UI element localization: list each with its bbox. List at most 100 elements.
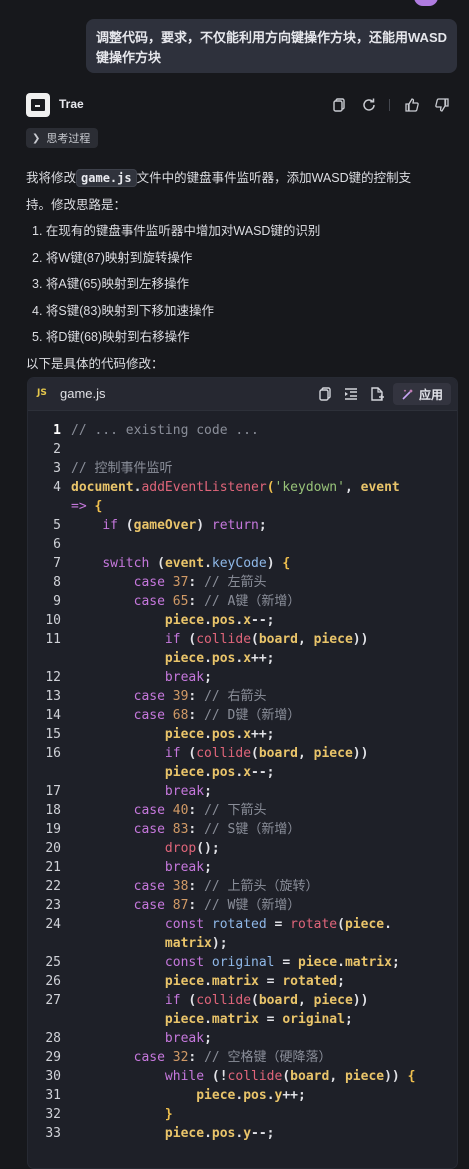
code-text: case 38: // 上箭头（旋转） bbox=[61, 877, 319, 896]
inline-code: game.js bbox=[76, 169, 137, 187]
code-token: )) bbox=[384, 1069, 408, 1084]
apply-button[interactable]: 应用 bbox=[392, 383, 451, 405]
code-token: rotated bbox=[211, 917, 267, 932]
line-number: 3 bbox=[53, 461, 61, 476]
code-token: break bbox=[164, 784, 205, 799]
code-text: // 控制事件监听 bbox=[61, 459, 172, 478]
code-token: : bbox=[188, 879, 205, 894]
code-token: y bbox=[243, 1126, 252, 1141]
code-token: { bbox=[94, 499, 103, 514]
code-token: . bbox=[384, 917, 392, 932]
thinking-label: 思考过程 bbox=[46, 133, 91, 145]
code-token: : bbox=[188, 898, 205, 913]
code-token: ; bbox=[391, 955, 400, 970]
line-number: 31 bbox=[45, 1088, 61, 1103]
code-line: piece.matrix = original; bbox=[28, 1010, 457, 1029]
message-actions bbox=[317, 95, 450, 115]
code-token: ; bbox=[204, 670, 212, 685]
code-token: board bbox=[258, 746, 298, 761]
code-token: collide bbox=[196, 632, 252, 647]
thumbs-up-icon[interactable] bbox=[404, 97, 420, 113]
code-token: (); bbox=[196, 841, 220, 856]
line-number: 33 bbox=[45, 1126, 61, 1141]
insert-icon[interactable] bbox=[343, 386, 359, 402]
code-token: . bbox=[266, 1088, 275, 1103]
code-token: = bbox=[274, 955, 298, 970]
code-line: piece.pos.x++; bbox=[28, 649, 457, 668]
line-number: 30 bbox=[45, 1069, 61, 1084]
code-token: addEventListener bbox=[141, 480, 267, 495]
code-line: 26 piece.matrix = rotated; bbox=[28, 972, 457, 991]
code-token: 39 bbox=[172, 689, 189, 704]
file-name[interactable]: game.js bbox=[60, 386, 106, 401]
refresh-icon[interactable] bbox=[361, 97, 377, 113]
code-line: 21 break; bbox=[28, 858, 457, 877]
assistant-answer: 我将修改 game.js 文件中的键盘事件监听器，添加WASD键的控制支 持。修改思… bbox=[26, 165, 456, 377]
code-token: )) bbox=[352, 632, 369, 647]
code-token: = bbox=[266, 917, 291, 932]
code-token: collide bbox=[196, 746, 252, 761]
code-token: ); bbox=[211, 936, 228, 951]
code-text: switch (event.keyCode) { bbox=[61, 554, 290, 573]
code-token: event bbox=[360, 480, 400, 495]
thinking-toggle[interactable]: ❯ 思考过程 bbox=[26, 128, 99, 148]
code-line: 32 } bbox=[28, 1105, 457, 1124]
code-text: if (collide(board, piece)) bbox=[61, 630, 369, 649]
line-number: 17 bbox=[45, 784, 61, 799]
line-number: 24 bbox=[45, 917, 61, 932]
code-token: // A键（新增） bbox=[204, 594, 301, 609]
code-token: if bbox=[164, 746, 181, 761]
code-token: original bbox=[211, 955, 275, 970]
code-token: if bbox=[102, 518, 118, 533]
code-token: : bbox=[188, 689, 205, 704]
code-line: 9 case 65: // A键（新增） bbox=[28, 592, 457, 611]
code-token: ; bbox=[337, 974, 345, 989]
code-token: piece bbox=[164, 1012, 205, 1027]
code-text: break; bbox=[61, 668, 212, 687]
apply-label: 应用 bbox=[418, 387, 443, 402]
code-token: rotate bbox=[290, 917, 338, 932]
code-text: piece.matrix = original; bbox=[61, 1010, 353, 1029]
intro-paragraph: 我将修改 game.js 文件中的键盘事件监听器，添加WASD键的控制支 持。修改思… bbox=[26, 165, 456, 218]
copy-icon[interactable] bbox=[317, 386, 333, 402]
divider bbox=[389, 99, 390, 111]
code-text: piece.pos.x--; bbox=[61, 763, 275, 782]
code-token: . bbox=[204, 727, 212, 742]
code-token: ( bbox=[180, 746, 197, 761]
code-text: drop(); bbox=[61, 839, 220, 858]
code-token: . bbox=[204, 556, 212, 571]
code-line: => { bbox=[28, 497, 457, 516]
code-token: piece bbox=[344, 917, 385, 932]
code-text: break; bbox=[61, 782, 212, 801]
list-item: 3. 将A键(65)映射到左移操作 bbox=[32, 277, 189, 291]
new-file-icon[interactable] bbox=[369, 386, 385, 402]
code-text: const original = piece.matrix; bbox=[61, 953, 400, 972]
code-token: collide bbox=[227, 1069, 283, 1084]
code-token: . bbox=[204, 765, 212, 780]
code-line: 28 break; bbox=[28, 1029, 457, 1048]
code-token: break bbox=[164, 670, 205, 685]
line-number bbox=[28, 1010, 61, 1029]
magic-wand-icon bbox=[401, 388, 414, 401]
line-number: 26 bbox=[45, 974, 61, 989]
code-token: piece bbox=[313, 993, 353, 1008]
code-token: --; bbox=[251, 613, 275, 628]
code-text: break; bbox=[61, 858, 212, 877]
code-token: ( bbox=[149, 556, 165, 571]
code-line: 6 bbox=[28, 535, 457, 554]
code-actions: 应用 bbox=[307, 383, 451, 405]
thumbs-down-icon[interactable] bbox=[434, 97, 450, 113]
copy-icon[interactable] bbox=[331, 97, 347, 113]
code-token: { bbox=[282, 556, 291, 571]
